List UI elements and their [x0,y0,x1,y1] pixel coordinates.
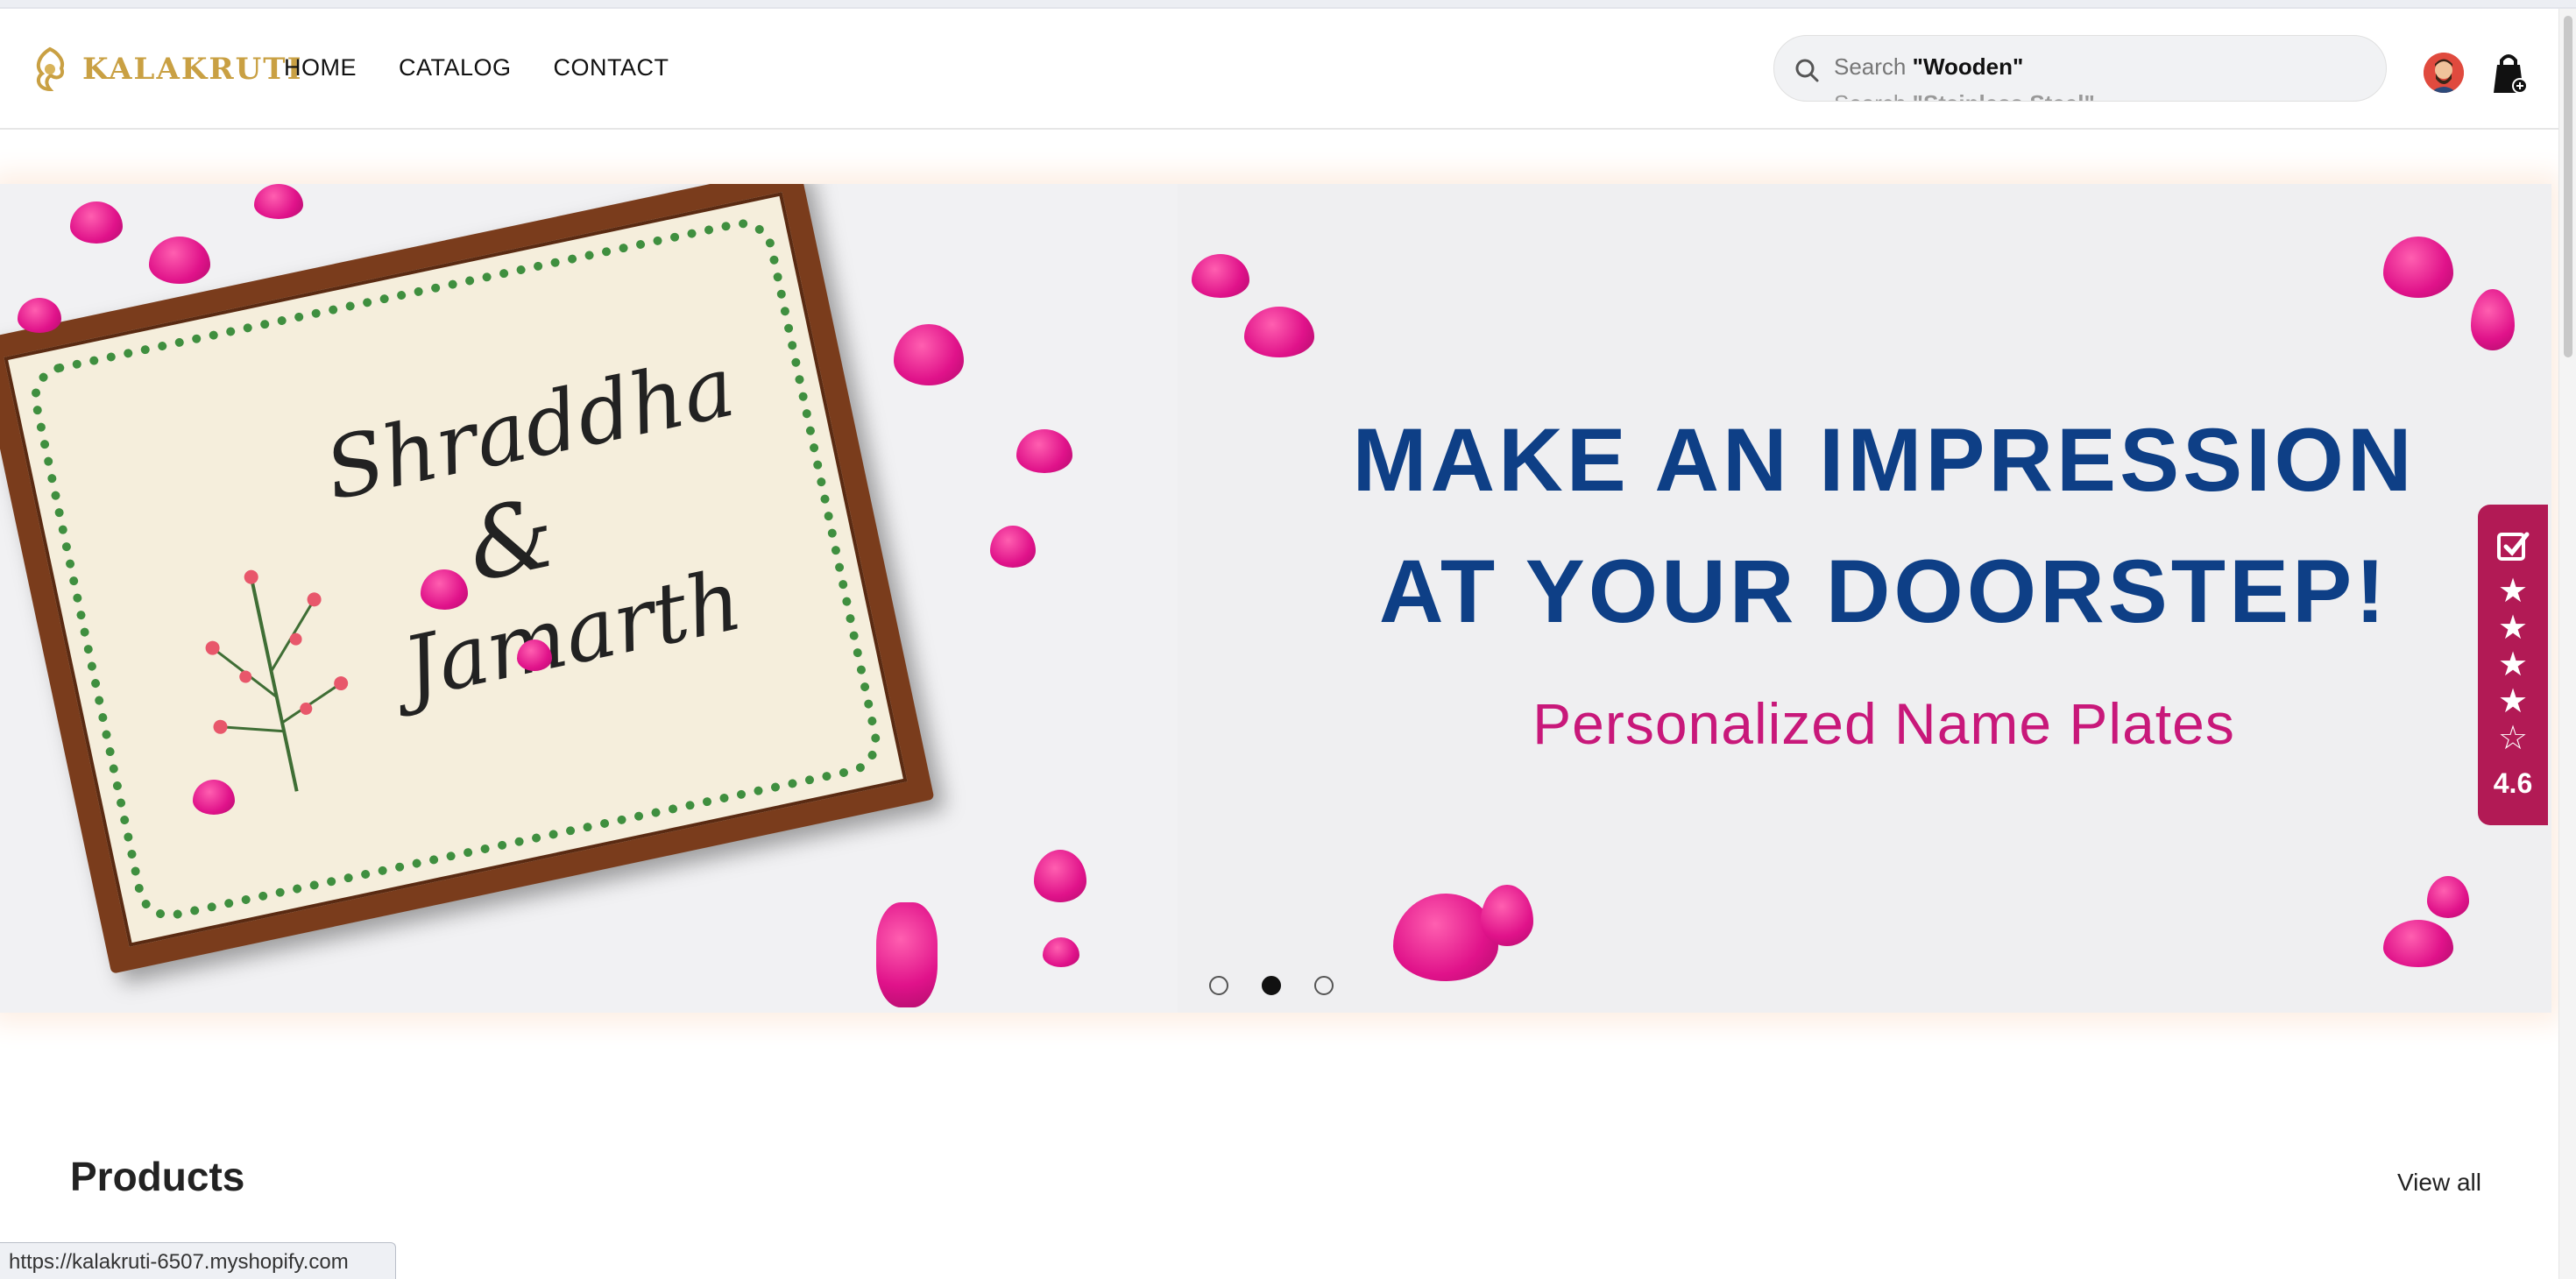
rating-score: 4.6 [2493,767,2533,799]
view-all-link[interactable]: View all [2397,1169,2481,1197]
page-scrollbar[interactable] [2558,9,2576,1279]
search-term: "Wooden" [1912,53,2024,80]
link-status-bar: https://kalakruti-6507.myshopify.com [0,1242,396,1279]
petal-decoration [1481,885,1533,946]
petal-decoration [876,902,938,1007]
search-next-prefix: Search [1834,90,1906,101]
star-icon: ★ [2497,647,2529,683]
hero-headline: MAKE AN IMPRESSION AT YOUR DOORSTEP! [1279,394,2488,657]
petal-decoration [1192,254,1249,298]
carousel-dot-1[interactable] [1209,976,1228,995]
main-nav: HOME CATALOG CONTACT [284,54,669,81]
petal-decoration [18,298,61,333]
logo-icon [36,46,64,92]
hero-carousel[interactable]: Shraddha & Jamarth MAKE AN IMPRESSION AT… [0,184,2551,1013]
petal-decoration [193,780,235,815]
star-icon: ★ [2497,683,2529,720]
search-icon [1795,59,1819,82]
star-icon: ★ [2497,573,2529,610]
search-input[interactable]: Search "Wooden" Search "Stainless Steel" [1773,35,2387,102]
browser-top-strip [0,0,2576,9]
account-avatar-icon [2424,53,2464,93]
rating-stars: ★ ★ ★ ★ ☆ [2478,573,2548,757]
verified-check-icon [2497,532,2530,561]
petal-decoration [1244,307,1314,357]
nameplate-board: Shraddha & Jamarth [4,192,908,947]
hero-subline: Personalized Name Plates [1532,691,2235,756]
search-next-term: "Stainless Steel" [1913,90,2095,101]
petal-decoration [254,184,303,219]
half-star-icon: ☆ [2497,720,2529,757]
petal-decoration [2471,289,2515,350]
carousel-dot-3[interactable] [1314,976,1334,995]
petal-decoration [2383,920,2453,967]
products-heading: Products [70,1154,245,1199]
hero-image-panel: Shraddha & Jamarth [0,184,1178,1013]
site-header: KALAKRUTI HOME CATALOG CONTACT Search "W… [0,9,2558,130]
brand-logo[interactable]: KALAKRUTI [26,44,303,95]
search-prefix: Search [1834,53,1907,80]
scrollbar-thumb[interactable] [2564,16,2572,357]
petal-decoration [2383,237,2453,298]
search-placeholder: Search "Wooden" [1834,53,2023,81]
nav-home[interactable]: HOME [284,54,357,81]
nav-contact[interactable]: CONTACT [554,54,669,81]
carousel-dots [1209,976,1334,995]
hero-headline-line1: MAKE AN IMPRESSION [1352,410,2416,510]
shopping-bag-icon[interactable] [2488,51,2529,96]
star-icon: ★ [2497,610,2529,647]
carousel-dot-2[interactable] [1262,976,1281,995]
petal-decoration [2427,876,2469,918]
hero-headline-line2: AT YOUR DOORSTEP! [1378,541,2389,641]
search-placeholder-next: Search "Stainless Steel" [1834,90,2095,101]
petal-decoration [517,640,552,671]
avatar[interactable] [2424,53,2464,93]
nameplate-frame: Shraddha & Jamarth [0,184,935,974]
petal-decoration [1043,937,1079,967]
brand-name: KALAKRUTI [82,52,303,87]
petal-decoration [421,569,468,610]
nav-catalog[interactable]: CATALOG [399,54,512,81]
reviews-badge[interactable]: ★ ★ ★ ★ ☆ 4.6 [2478,505,2548,825]
